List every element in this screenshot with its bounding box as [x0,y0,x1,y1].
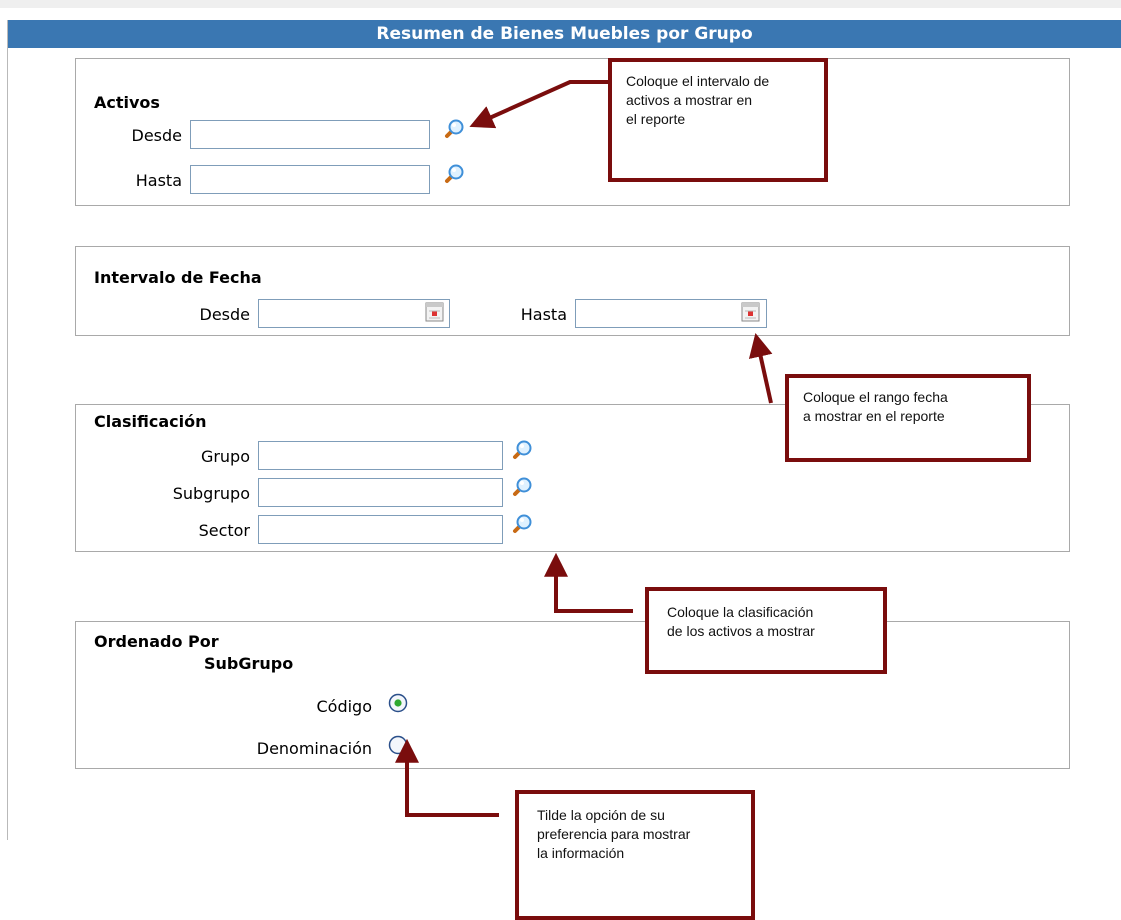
callout-activos: Coloque el intervalo de activos a mostra… [608,58,828,182]
callout-clasificacion: Coloque la clasificación de los activos … [645,587,887,674]
callout-orden: Tilde la opción de su preferencia para m… [515,790,755,920]
orden-subtitle: SubGrupo [204,654,294,673]
activos-title: Activos [94,93,160,112]
activos-desde-label: Desde [131,126,183,145]
grupo-input[interactable] [258,441,503,470]
search-icon[interactable] [510,438,534,462]
grupo-label: Grupo [200,447,250,466]
codigo-label: Código [316,697,372,716]
fecha-hasta-input[interactable] [575,299,767,328]
fecha-desde-input[interactable] [258,299,450,328]
clasificacion-title: Clasificación [94,412,207,431]
activos-desde-input[interactable] [190,120,430,149]
search-icon[interactable] [442,117,466,141]
sector-label: Sector [198,521,250,540]
orden-panel [75,621,1070,769]
subgrupo-label: Subgrupo [172,484,250,503]
search-icon[interactable] [442,162,466,186]
calendar-icon[interactable] [425,302,444,322]
sector-input[interactable] [258,515,503,544]
fecha-desde-label: Desde [199,305,251,324]
radio-selected-icon[interactable] [388,693,408,713]
denominacion-label: Denominación [256,739,372,758]
search-icon[interactable] [510,475,534,499]
calendar-icon[interactable] [741,302,760,322]
search-icon[interactable] [510,512,534,536]
callout-fecha: Coloque el rango fecha a mostrar en el r… [785,374,1031,462]
activos-hasta-label: Hasta [135,171,182,190]
subgrupo-input[interactable] [258,478,503,507]
page-title-text: Resumen de Bienes Muebles por Grupo [376,24,753,44]
activos-hasta-input[interactable] [190,165,430,194]
orden-title: Ordenado Por [94,632,219,651]
fecha-title: Intervalo de Fecha [94,268,262,287]
fecha-hasta-label: Hasta [520,305,567,324]
radio-unselected-icon[interactable] [388,735,408,755]
top-strip [0,0,1121,8]
left-border [7,20,8,840]
page-title: Resumen de Bienes Muebles por Grupo [8,20,1121,48]
